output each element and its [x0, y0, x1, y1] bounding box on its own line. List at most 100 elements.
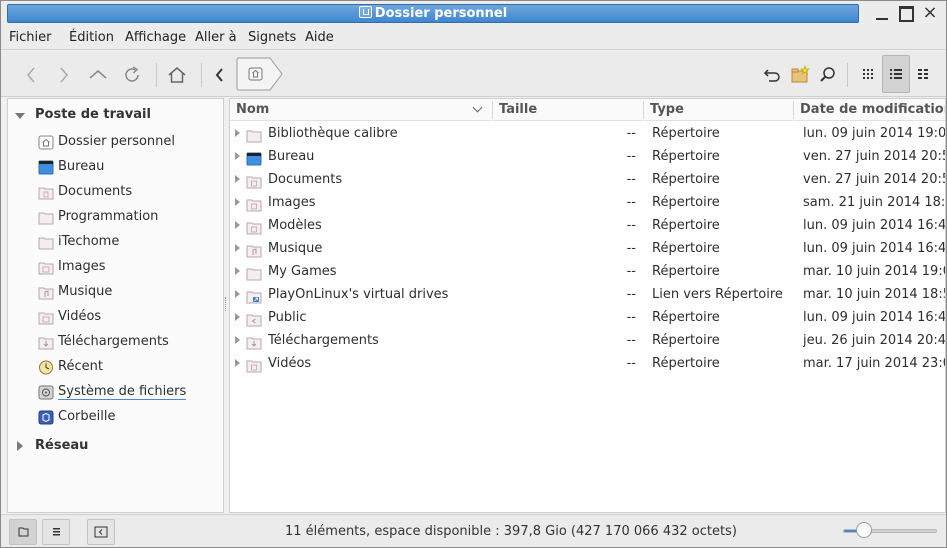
menu-aide[interactable]: Aide	[305, 30, 334, 45]
table-row[interactable]: PlayOnLinux's virtual drives -- Lien vers …	[230, 283, 945, 306]
compact-view-button[interactable]	[910, 55, 938, 93]
path-left-icon[interactable]	[209, 64, 231, 86]
sidebar-item-label: Dossier personnel	[58, 134, 176, 149]
show-tree-button[interactable]	[42, 519, 70, 545]
title-bar[interactable]: Dossier personnel ×	[1, 1, 946, 26]
sidebar-item-bureau[interactable]: Bureau	[36, 157, 221, 177]
sidebar-item-itechome[interactable]: iTechome	[36, 232, 221, 252]
sidebar-item-recent[interactable]: Récent	[36, 357, 221, 377]
column-label: Type	[650, 102, 684, 117]
table-row[interactable]: Vidéos -- Répertoire mar. 17 juin 2014 23:0…	[230, 352, 945, 377]
search-icon[interactable]	[817, 64, 839, 86]
sidebar-item-corbeille[interactable]: Corbeille	[36, 407, 221, 427]
zoom-slider-knob[interactable]	[855, 522, 872, 538]
row-expander-icon[interactable]	[235, 313, 240, 321]
cell-name: My Games	[268, 264, 337, 279]
undo-icon[interactable]	[761, 64, 783, 86]
cell-size: --	[626, 264, 636, 279]
table-row[interactable]: Téléchargements -- Répertoire jeu. 26 juin …	[230, 329, 946, 352]
column-header-type[interactable]: Type	[644, 99, 793, 121]
filesystem-icon	[38, 385, 54, 400]
cell-date: mar. 17 juin 2014 23:05:2	[803, 356, 945, 371]
reload-icon[interactable]	[121, 64, 143, 86]
list-view-button[interactable]	[882, 55, 910, 93]
row-expander-icon[interactable]	[235, 244, 240, 252]
column-header-date[interactable]: Date de modification	[794, 99, 945, 121]
up-icon[interactable]	[87, 64, 109, 86]
row-expander-icon[interactable]	[235, 175, 240, 183]
toolbar	[1, 51, 946, 97]
column-label: Taille	[499, 102, 538, 117]
sidebar-section-workspace[interactable]: Poste de travail	[8, 106, 223, 126]
home-icon	[38, 135, 54, 150]
sidebar-item-systeme-de-fichiers[interactable]: Système de fichiers	[36, 382, 221, 402]
pane-resize-handle[interactable]	[225, 297, 228, 311]
close-button[interactable]: ×	[921, 4, 939, 22]
menu-edition[interactable]: Édition	[69, 30, 114, 45]
menu-fichier[interactable]: Fichier	[9, 30, 52, 45]
sidebar-item-dossier-personnel[interactable]: Dossier personnel	[36, 132, 221, 152]
maximize-button[interactable]	[897, 5, 915, 22]
sidebar-item-documents[interactable]: Documents	[36, 182, 221, 202]
icon-view-button[interactable]	[854, 55, 882, 93]
sidebar-item-telechargements[interactable]: Téléchargements	[36, 332, 221, 352]
recent-icon	[38, 360, 54, 375]
sidebar-item-label: Récent	[58, 359, 103, 374]
sidebar-item-musique[interactable]: Musique	[36, 282, 221, 302]
menu-signets[interactable]: Signets	[248, 30, 296, 45]
row-expander-icon[interactable]	[235, 198, 240, 206]
sidebar-item-videos[interactable]: Vidéos	[36, 307, 221, 327]
column-header-size[interactable]: Taille	[493, 99, 643, 121]
cell-date: ven. 27 juin 2014 20:58:2	[803, 149, 945, 164]
row-expander-icon[interactable]	[235, 290, 240, 298]
sidebar-item-label: Bureau	[58, 159, 105, 174]
cell-type: Répertoire	[652, 333, 720, 348]
row-expander-icon[interactable]	[235, 267, 240, 275]
cell-type: Répertoire	[652, 172, 720, 187]
table-row[interactable]: Documents -- Répertoire ven. 27 juin 2014 2…	[230, 168, 945, 191]
minimize-button[interactable]	[873, 5, 891, 22]
show-places-button[interactable]	[9, 519, 37, 545]
toggle-sidebar-button[interactable]	[87, 519, 115, 545]
expander-open-icon[interactable]	[15, 113, 25, 119]
row-expander-icon[interactable]	[235, 336, 240, 344]
list-view-icon	[890, 69, 902, 79]
home-icon[interactable]	[166, 64, 188, 86]
table-row[interactable]: Images -- Répertoire sam. 21 juin 2014 18:2…	[230, 191, 945, 214]
breadcrumb-home[interactable]	[236, 57, 284, 91]
cell-type: Répertoire	[652, 310, 720, 325]
table-row[interactable]: Public -- Répertoire lun. 09 juin 2014 16:4…	[230, 306, 945, 329]
table-row[interactable]: Bureau -- Répertoire ven. 27 juin 2014 20:5…	[230, 145, 945, 168]
window-title-text: Dossier personnel	[374, 6, 508, 21]
table-row[interactable]: Bibliothèque calibre -- Répertoire lun. 09 …	[230, 122, 945, 145]
toolbar-separator	[156, 63, 157, 87]
row-expander-icon[interactable]	[235, 152, 240, 160]
expander-closed-icon[interactable]	[17, 441, 23, 451]
cell-size: --	[626, 356, 636, 371]
row-expander-icon[interactable]	[235, 129, 240, 137]
sidebar-item-programmation[interactable]: Programmation	[36, 207, 221, 227]
sidebar-section-network[interactable]: Réseau	[8, 437, 223, 457]
menu-affichage[interactable]: Affichage	[125, 30, 186, 45]
table-row[interactable]: My Games -- Répertoire mar. 10 juin 2014 19…	[230, 260, 945, 283]
cell-type: Répertoire	[652, 241, 720, 256]
table-row[interactable]: Modèles -- Répertoire lun. 09 juin 2014 16:…	[230, 214, 945, 237]
column-header-name[interactable]: Nom	[230, 99, 492, 121]
cell-name: Documents	[268, 172, 343, 187]
menu-aller-a[interactable]: Aller à	[195, 30, 237, 45]
file-manager-window: Dossier personnel × Fichier Édition Affi…	[0, 0, 947, 548]
back-icon[interactable]	[20, 64, 42, 86]
cell-size: --	[626, 310, 636, 325]
row-expander-icon[interactable]	[235, 359, 240, 367]
cell-date: jeu. 26 juin 2014 20:49:4	[803, 333, 946, 348]
cell-type: Répertoire	[652, 356, 720, 371]
new-folder-icon[interactable]	[789, 64, 811, 86]
table-row[interactable]: Musique -- Répertoire lun. 09 juin 2014 16:…	[230, 237, 945, 260]
sidebar-toggle-icon	[94, 526, 108, 538]
cell-date: ven. 27 juin 2014 20:58:2	[803, 172, 945, 187]
videos-folder-icon	[246, 358, 262, 377]
sidebar-item-images[interactable]: Images	[36, 257, 221, 277]
cell-name: Images	[268, 195, 316, 210]
forward-icon[interactable]	[53, 64, 75, 86]
row-expander-icon[interactable]	[235, 221, 240, 229]
